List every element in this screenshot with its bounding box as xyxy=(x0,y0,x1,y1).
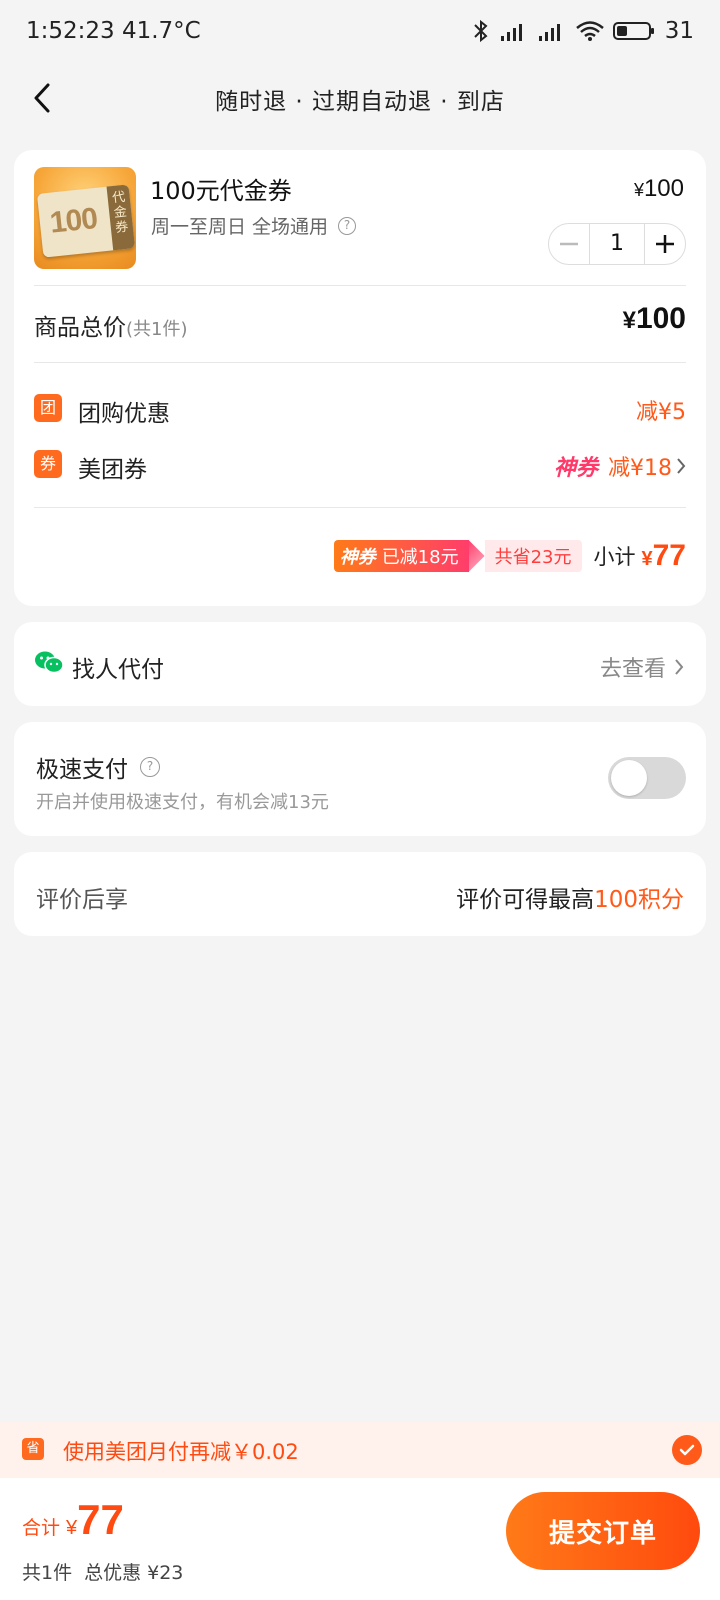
decrement-button[interactable] xyxy=(549,224,589,264)
discount-row-group: 团 团购优惠 减¥5 xyxy=(34,388,686,428)
thumbnail-number: 100 xyxy=(48,201,99,240)
check-icon xyxy=(679,1444,695,1456)
subtotal-label: 小计 xyxy=(593,545,636,569)
shen-coupon-logo: 神券 xyxy=(553,456,598,481)
savings-tag: 神券 已减18元 共省23元 xyxy=(333,540,582,572)
order-card: 100 代金券 100元代金券 周一至周日 全场通用 ? ¥100 1 商品总价… xyxy=(14,150,706,606)
reduced-text: 已减18元 xyxy=(381,547,459,568)
status-bar: 1:52:23 41.7°C 31 xyxy=(0,0,720,62)
wifi-icon xyxy=(575,21,604,41)
currency-symbol: ¥ xyxy=(622,307,636,334)
chevron-right-icon xyxy=(677,458,686,474)
product-row: 100 代金券 100元代金券 周一至周日 全场通用 ? ¥100 1 xyxy=(34,167,686,269)
total-count: (共1件) xyxy=(126,319,188,340)
promo-text: 使用美团月付再减￥0.02 xyxy=(63,1440,299,1464)
total-label-text: 商品总价 xyxy=(34,315,126,341)
product-subtitle-row: 周一至周日 全场通用 ? xyxy=(151,212,357,239)
sum-value: 77 xyxy=(77,1496,124,1543)
sum-label: 合计 xyxy=(22,1517,61,1539)
saved-text: 共省23元 xyxy=(484,540,582,572)
currency-symbol: ¥ xyxy=(66,1517,78,1539)
divider xyxy=(34,507,686,508)
product-title: 100元代金券 xyxy=(150,177,292,205)
shen-coupon-mini-logo: 神券 xyxy=(339,547,376,568)
product-thumbnail[interactable]: 100 代金券 xyxy=(34,167,136,269)
bottom-bar: 合计 ¥ 77 共1件 总优惠 ¥23 提交订单 xyxy=(0,1478,720,1600)
plus-icon xyxy=(656,235,674,253)
battery-icon xyxy=(612,22,654,40)
discount-amount: 减¥5 xyxy=(636,400,686,425)
fast-pay-toggle[interactable] xyxy=(608,757,686,799)
back-button[interactable] xyxy=(22,78,62,118)
subtotal-row: 神券 已减18元 共省23元 小计 ¥77 xyxy=(333,538,687,574)
quantity-value[interactable]: 1 xyxy=(589,224,645,264)
total-price-value: 100 xyxy=(635,302,686,335)
savings-icon: 省 xyxy=(22,1438,44,1460)
divider xyxy=(34,285,686,286)
price-value: 100 xyxy=(643,175,684,202)
divider xyxy=(34,362,686,363)
fast-pay-card: 极速支付 ? 开启并使用极速支付，有机会减13元 xyxy=(14,722,706,836)
fast-pay-subtitle: 开启并使用极速支付，有机会减13元 xyxy=(36,792,329,813)
discount-label: 美团券 xyxy=(78,457,147,483)
submit-order-button[interactable]: 提交订单 xyxy=(506,1492,700,1570)
discount-value: 神券 减¥18 xyxy=(554,450,686,482)
signal-icon xyxy=(500,24,522,41)
savings-tag-arrow xyxy=(468,540,485,572)
subtotal-value: ¥77 xyxy=(642,539,687,573)
total-price: ¥100 xyxy=(623,302,686,336)
toggle-knob xyxy=(611,760,647,796)
wechat-icon xyxy=(35,651,64,674)
savings-tag-left: 神券 已减18元 xyxy=(333,540,469,572)
product-price: ¥100 xyxy=(634,175,684,203)
view-link[interactable]: 去查看 xyxy=(600,651,684,683)
review-points: 100积分 xyxy=(594,887,684,913)
total-discount: 总优惠 ¥23 xyxy=(84,1562,184,1584)
product-subtitle: 周一至周日 全场通用 xyxy=(151,216,329,238)
order-sum: 合计 ¥ 77 xyxy=(22,1496,124,1544)
nav-bar: 随时退 · 过期自动退 · 到店 xyxy=(0,62,720,136)
total-row: 商品总价(共1件) ¥100 xyxy=(34,302,686,342)
discount-label: 团购优惠 xyxy=(78,401,170,427)
subtotal-number: 77 xyxy=(652,539,686,572)
thumbnail-tag: 代金券 xyxy=(106,184,136,251)
order-detail: 共1件 总优惠 ¥23 xyxy=(22,1558,183,1585)
increment-button[interactable] xyxy=(645,224,685,264)
battery-level: 31 xyxy=(664,18,694,44)
review-card: 评价后享 评价可得最高100积分 xyxy=(14,852,706,936)
promo-bar[interactable]: 省 使用美团月付再减￥0.02 xyxy=(0,1422,720,1478)
minus-icon xyxy=(560,242,578,246)
discount-value: 减¥5 xyxy=(636,394,686,426)
help-icon[interactable]: ? xyxy=(338,216,357,235)
promo-checkbox[interactable] xyxy=(672,1435,702,1465)
coupon-badge: 券 xyxy=(34,450,62,478)
review-value-prefix: 评价可得最高 xyxy=(456,887,595,913)
chevron-right-icon xyxy=(675,659,684,675)
discount-row-coupon[interactable]: 券 美团券 神券 减¥18 xyxy=(34,444,686,484)
group-buy-badge: 团 xyxy=(34,394,62,422)
bluetooth-icon xyxy=(474,19,488,43)
total-label: 商品总价(共1件) xyxy=(34,308,188,342)
review-value: 评价可得最高100积分 xyxy=(456,880,684,914)
view-link-text: 去查看 xyxy=(599,657,666,682)
status-icons: 31 xyxy=(471,18,694,44)
help-icon[interactable]: ? xyxy=(140,757,160,777)
friend-pay-card[interactable]: 找人代付 去查看 xyxy=(14,622,706,706)
review-label: 评价后享 xyxy=(36,887,128,913)
status-time-temp: 1:52:23 41.7°C xyxy=(26,18,201,44)
discount-amount: 减¥18 xyxy=(608,456,672,481)
currency-symbol: ¥ xyxy=(641,548,653,570)
page-title: 随时退 · 过期自动退 · 到店 xyxy=(215,89,505,115)
quantity-stepper: 1 xyxy=(548,223,686,265)
chevron-left-icon xyxy=(34,83,50,113)
currency-symbol: ¥ xyxy=(633,180,644,200)
friend-pay-label: 找人代付 xyxy=(72,657,164,683)
fast-pay-title-row: 极速支付 ? xyxy=(36,750,160,784)
item-count: 共1件 xyxy=(22,1562,73,1584)
fast-pay-title: 极速支付 xyxy=(36,757,128,783)
voucher-graphic: 100 代金券 xyxy=(36,184,136,258)
signal-icon-2 xyxy=(538,24,560,41)
